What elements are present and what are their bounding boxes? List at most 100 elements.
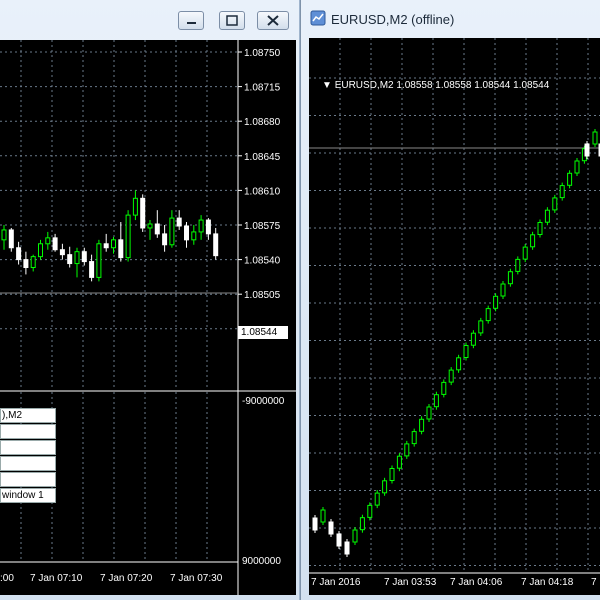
candle-body	[140, 197, 146, 229]
candle-body	[433, 394, 439, 408]
chart-window-icon	[310, 10, 326, 26]
price-label: 1.08575	[244, 221, 281, 232]
candle-body	[530, 234, 536, 248]
candle-body	[89, 261, 95, 278]
candle-body	[389, 468, 395, 481]
candle-body	[38, 243, 43, 258]
indicator-list-item[interactable]	[0, 440, 56, 455]
candle-body	[426, 406, 432, 420]
left-window-titlebar[interactable]	[0, 0, 299, 40]
indicator-list-item[interactable]: window 1	[0, 488, 56, 503]
price-label: 1.08505	[244, 290, 281, 301]
candle-body	[493, 295, 499, 309]
candle-body	[441, 381, 447, 395]
candle-body	[478, 320, 484, 334]
candle-body	[470, 332, 476, 346]
maximize-button[interactable]	[219, 11, 245, 30]
close-button[interactable]	[257, 11, 289, 30]
candle-body	[67, 254, 73, 265]
right-window-title: EURUSD,M2 (offline)	[331, 12, 455, 27]
candle-body	[344, 541, 350, 555]
collapse-triangle-icon[interactable]: ▼	[322, 80, 332, 91]
price-label: 1.08540	[244, 256, 281, 267]
candle-body	[118, 239, 124, 259]
candle-body	[125, 214, 131, 259]
right-chart-canvas[interactable]: 7 Jan 2016 7 Jan 03:53 7 Jan 04:06 7 Jan 04…	[309, 38, 600, 595]
candle-body	[485, 308, 491, 322]
left-chart-canvas[interactable]: 1.08750 1.08715 1.08680 1.08645 1.08610 1.085…	[0, 40, 296, 595]
candle-body	[463, 345, 469, 358]
candle-body	[96, 243, 102, 278]
indicator-list-panel: ),M2 window 1	[0, 408, 56, 504]
time-label: 7 Jan 2016	[311, 577, 361, 588]
time-label: 7 Jan 04:06	[450, 577, 503, 588]
candle-body	[103, 243, 109, 249]
indicator-list-item[interactable]: ),M2	[0, 408, 56, 423]
candle-body	[1, 229, 7, 241]
candle-body	[419, 418, 425, 432]
candle-body	[515, 258, 521, 272]
candle-body	[559, 185, 565, 199]
price-label: 1.08610	[244, 186, 281, 197]
candle-body	[584, 143, 590, 157]
candle-body	[312, 517, 318, 531]
candle-body	[544, 209, 550, 223]
candle-body	[52, 237, 58, 251]
candle-body	[507, 271, 513, 285]
time-label: 7 Jan 04:18	[521, 577, 574, 588]
candle-body	[16, 247, 22, 261]
candle-body	[396, 455, 402, 469]
candle-body	[336, 533, 342, 547]
price-label: 1.08750	[244, 48, 281, 59]
candle-body	[147, 223, 153, 229]
right-chart-svg: 7 Jan 2016 7 Jan 03:53 7 Jan 04:06 7 Jan 04…	[309, 38, 600, 588]
candle-body	[382, 480, 388, 494]
left-chart-svg: 1.08750 1.08715 1.08680 1.08645 1.08610 1.085…	[0, 40, 296, 595]
time-label: 7	[591, 577, 597, 588]
candle-body	[374, 492, 380, 506]
candle-body	[81, 251, 87, 263]
candle-body	[169, 217, 175, 246]
candle-body	[448, 369, 454, 383]
candle-body	[411, 431, 417, 445]
time-label: :00	[0, 573, 14, 584]
candle-body	[132, 197, 138, 216]
candle-body	[537, 222, 543, 235]
candle-body	[205, 219, 211, 235]
minimize-icon	[187, 22, 196, 24]
candle-body	[45, 237, 51, 245]
candle-body	[23, 259, 29, 269]
candle-body	[111, 239, 116, 249]
indicator-list-item[interactable]	[0, 424, 56, 439]
candle-body	[328, 521, 334, 535]
indicator-list-item[interactable]	[0, 456, 56, 471]
candle-body	[352, 529, 358, 543]
candle-body	[552, 197, 558, 211]
close-icon	[267, 15, 279, 26]
candle-body	[184, 225, 189, 241]
candle-body	[367, 504, 373, 518]
time-label: 7 Jan 07:30	[170, 573, 223, 584]
time-label: 7 Jan 07:10	[30, 573, 83, 584]
indicator-max-label: -9000000	[242, 396, 285, 407]
candle-body	[162, 233, 168, 246]
indicator-min-label: 9000000	[242, 556, 281, 567]
candle-body	[320, 509, 326, 523]
candle-body	[198, 219, 204, 233]
price-label: 1.08645	[244, 152, 281, 163]
candle-body	[522, 246, 528, 260]
restore-icon	[226, 15, 238, 26]
candle-body	[59, 249, 65, 256]
price-label: 1.08680	[244, 117, 281, 128]
candle-body	[456, 357, 462, 371]
candle-body	[500, 283, 506, 297]
indicator-list-item[interactable]	[0, 472, 56, 487]
minimize-button[interactable]	[178, 11, 204, 30]
candle-body	[574, 160, 580, 174]
candle-body	[74, 251, 80, 265]
right-window-titlebar[interactable]: EURUSD,M2 (offline)	[301, 0, 600, 40]
time-label: 7 Jan 07:20	[100, 573, 153, 584]
candle-body	[8, 229, 14, 249]
candle-body	[404, 443, 410, 457]
left-chart-window: 1.08750 1.08715 1.08680 1.08645 1.08610 1.085…	[0, 0, 300, 600]
